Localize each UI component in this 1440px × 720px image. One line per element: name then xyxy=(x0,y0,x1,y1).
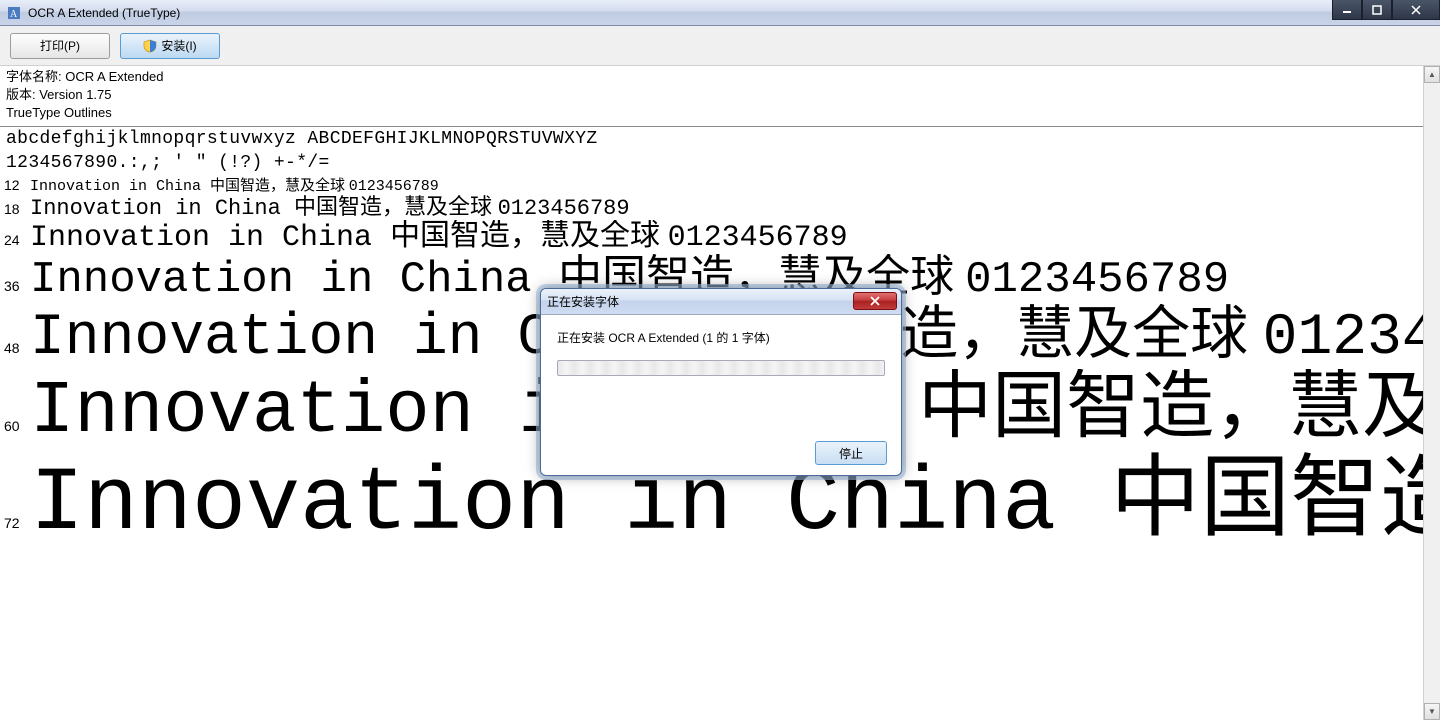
scroll-down-arrow[interactable]: ▼ xyxy=(1424,703,1440,720)
sample-size-label: 48 xyxy=(0,340,30,356)
close-button[interactable] xyxy=(1392,0,1440,20)
window-titlebar: A OCR A Extended (TrueType) xyxy=(0,0,1440,26)
sample-size-label: 12 xyxy=(0,177,30,193)
font-version-line: 版本: Version 1.75 xyxy=(6,86,1417,104)
sample-size-label: 36 xyxy=(0,278,30,294)
progress-bar xyxy=(557,360,885,376)
sample-row: 18Innovation in China 中国智造，慧及全球 01234567… xyxy=(0,195,1423,220)
dialog-titlebar[interactable]: 正在安装字体 xyxy=(541,289,901,315)
shield-icon xyxy=(143,39,157,53)
dialog-body: 正在安装 OCR A Extended (1 的 1 字体) xyxy=(541,315,901,390)
print-button[interactable]: 打印(P) xyxy=(10,33,110,59)
sample-text: Innovation in China 中国智造，慧及全球 0123456789 xyxy=(30,220,848,255)
sample-row: 24Innovation in China 中国智造，慧及全球 01234567… xyxy=(0,220,1423,255)
app-icon: A xyxy=(6,5,22,21)
specimen-alphabet: abcdefghijklmnopqrstuvwxyz ABCDEFGHIJKLM… xyxy=(0,127,1423,151)
dialog-close-button[interactable] xyxy=(853,292,897,310)
vertical-scrollbar[interactable]: ▲ ▼ xyxy=(1423,66,1440,720)
window-title: OCR A Extended (TrueType) xyxy=(28,6,180,20)
sample-text: Innovation in China 中国智造，慧及全球 0123456789 xyxy=(30,195,630,220)
window-controls xyxy=(1332,0,1440,20)
stop-button[interactable]: 停止 xyxy=(815,441,887,465)
sample-text: Innovation in China 中国智造，慧及全球 0123456789 xyxy=(30,179,439,195)
sample-size-label: 72 xyxy=(0,515,30,531)
font-outlines-line: TrueType Outlines xyxy=(6,104,1417,122)
scroll-up-arrow[interactable]: ▲ xyxy=(1424,66,1440,83)
print-button-label: 打印(P) xyxy=(40,37,80,54)
install-button-label: 安装(I) xyxy=(161,37,196,54)
sample-size-label: 18 xyxy=(0,201,30,217)
font-name-line: 字体名称: OCR A Extended xyxy=(6,68,1417,86)
svg-text:A: A xyxy=(10,9,18,20)
sample-size-label: 60 xyxy=(0,418,30,434)
maximize-button[interactable] xyxy=(1362,0,1392,20)
sample-size-label: 24 xyxy=(0,232,30,248)
toolbar: 打印(P) 安装(I) xyxy=(0,26,1440,66)
install-button[interactable]: 安装(I) xyxy=(120,33,220,59)
install-dialog: 正在安装字体 正在安装 OCR A Extended (1 的 1 字体) 停止 xyxy=(540,288,902,476)
font-info: 字体名称: OCR A Extended 版本: Version 1.75 Tr… xyxy=(0,66,1423,122)
specimen-digits: 1234567890.:,; ' " (!?) +-*/= xyxy=(0,151,1423,175)
dialog-title: 正在安装字体 xyxy=(547,293,619,310)
sample-row: 12Innovation in China 中国智造，慧及全球 01234567… xyxy=(0,177,1423,195)
minimize-button[interactable] xyxy=(1332,0,1362,20)
stop-button-label: 停止 xyxy=(839,445,863,462)
dialog-message: 正在安装 OCR A Extended (1 的 1 字体) xyxy=(557,329,885,346)
